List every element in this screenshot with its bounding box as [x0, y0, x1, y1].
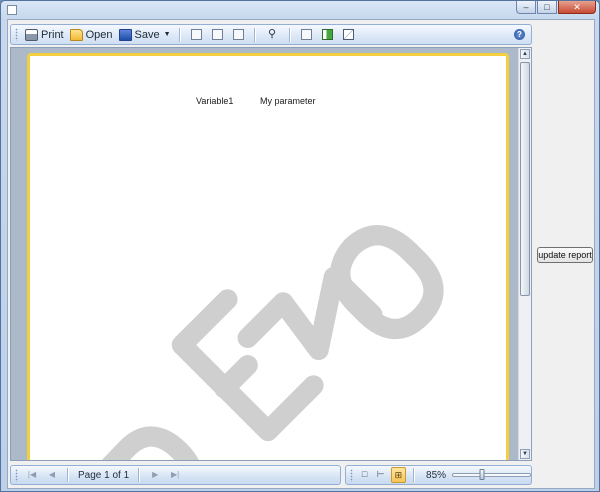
statusbar-separator [67, 468, 69, 482]
vertical-scrollbar[interactable]: ▲ ▼ [518, 48, 531, 460]
floppy-disk-icon [118, 28, 132, 41]
page-status: Page 1 of 1 [78, 469, 130, 481]
print-button[interactable]: Print [22, 26, 67, 43]
statusbar-separator [138, 468, 141, 482]
viewer-statusbar: |◀ ◀ Page 1 of 1 ▶ ▶| □ ⊢ ⊞ 85% [10, 465, 532, 485]
report-viewer: Print Open Save ▼ ⚲ ? Variable1 My param… [10, 24, 532, 487]
thumbnails-icon[interactable] [300, 29, 312, 40]
toolbar-separator [253, 27, 256, 42]
next-page-icon[interactable]: ▶ [148, 468, 162, 482]
printer-icon [25, 28, 38, 41]
page-navigation: |◀ ◀ Page 1 of 1 ▶ ▶| [10, 465, 341, 485]
scroll-up-icon[interactable]: ▲ [520, 49, 530, 59]
application-window: – □ ✕ Print Open Save ▼ ⚲ ? Variable1 My… [0, 0, 600, 492]
variable-field: Variable1 [196, 96, 234, 106]
previous-page-icon[interactable]: ◀ [45, 468, 59, 482]
open-label: Open [85, 28, 113, 41]
folder-icon [69, 28, 83, 41]
toolbar-separator [288, 27, 291, 42]
open-button[interactable]: Open [67, 26, 116, 43]
parameter-field: My parameter [260, 96, 316, 106]
client-area: Print Open Save ▼ ⚲ ? Variable1 My param… [7, 19, 595, 489]
document-icon[interactable] [211, 29, 223, 40]
zoom-slider[interactable] [452, 469, 531, 480]
zoom-controls: □ ⊢ ⊞ 85% [345, 465, 532, 485]
report-preview-area[interactable]: Variable1 My parameter ▲ ▼ [10, 47, 532, 461]
zoom-separator [413, 468, 416, 482]
print-label: Print [41, 28, 64, 41]
toolbar-grip[interactable] [15, 28, 18, 41]
first-page-icon[interactable]: |◀ [25, 468, 39, 482]
report-page: Variable1 My parameter [27, 53, 509, 460]
update-report-button[interactable]: update report [537, 247, 593, 263]
help-icon[interactable]: ? [514, 29, 525, 40]
chevron-down-icon[interactable]: ▼ [164, 31, 171, 38]
title-bar: – □ ✕ [1, 1, 599, 19]
save-label: Save [134, 28, 160, 41]
maximize-button[interactable]: □ [537, 1, 557, 14]
toolbar-separator [178, 27, 181, 42]
viewer-toolbar: Print Open Save ▼ ⚲ ? [10, 24, 532, 45]
binoculars-icon[interactable]: ⚲ [266, 29, 279, 40]
send-email-icon[interactable] [342, 29, 354, 40]
scroll-down-icon[interactable]: ▼ [520, 449, 530, 459]
minimize-button[interactable]: – [516, 1, 536, 14]
single-page-view-icon[interactable]: □ [359, 468, 371, 482]
statusbar-grip[interactable] [15, 468, 18, 482]
zoom-slider-thumb[interactable] [479, 469, 485, 480]
page-width-view-icon[interactable]: ⊢ [375, 468, 387, 482]
multi-page-view-icon[interactable]: ⊞ [390, 467, 407, 483]
page-setup-icon[interactable] [190, 29, 202, 40]
last-page-icon[interactable]: ▶| [168, 468, 182, 482]
app-icon [7, 5, 17, 15]
export-icon[interactable] [321, 29, 333, 40]
zoom-grip[interactable] [350, 468, 353, 482]
window-controls: – □ ✕ [516, 1, 596, 14]
close-button[interactable]: ✕ [558, 1, 596, 14]
page-layout-icon[interactable] [232, 29, 244, 40]
demo-watermark [101, 225, 444, 460]
zoom-level: 85% [426, 469, 447, 481]
save-button[interactable]: Save ▼ [116, 26, 174, 43]
scrollbar-thumb[interactable] [520, 62, 530, 296]
